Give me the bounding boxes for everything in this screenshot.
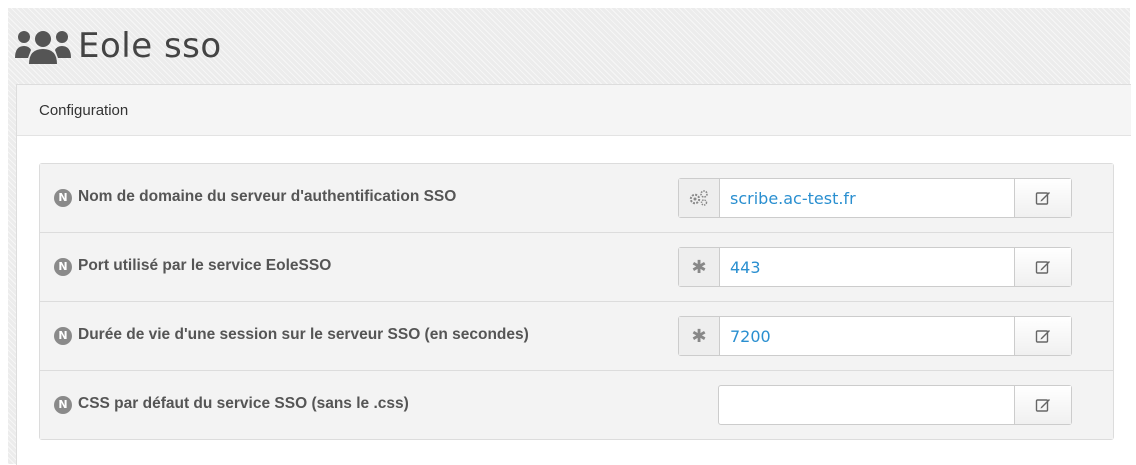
default-css-field: [718, 385, 1072, 425]
status-badge: N: [54, 189, 72, 207]
configuration-panel: Configuration N Nom de domaine du serveu…: [16, 84, 1131, 465]
users-icon: [15, 31, 71, 64]
asterisk-icon: ✱: [679, 317, 720, 355]
session-duration-input[interactable]: 7200: [720, 317, 1014, 355]
edit-icon: [1035, 192, 1050, 205]
status-badge: N: [54, 258, 72, 276]
gears-icon: [679, 179, 720, 217]
config-list: N Nom de domaine du serveur d'authentifi…: [39, 163, 1114, 440]
config-row-port: N Port utilisé par le service EoleSSO ✱ …: [40, 233, 1113, 302]
edit-icon: [1035, 399, 1050, 412]
asterisk-icon: ✱: [679, 248, 720, 286]
edit-button[interactable]: [1014, 248, 1071, 286]
edit-icon: [1035, 330, 1050, 343]
field-label: CSS par défaut du service SSO (sans le .…: [78, 395, 409, 412]
field-label: Nom de domaine du serveur d'authentifica…: [78, 188, 457, 205]
port-input[interactable]: 443: [720, 248, 1014, 286]
edit-button[interactable]: [1014, 317, 1071, 355]
page-title: Eole sso: [78, 26, 222, 66]
edit-icon: [1035, 261, 1050, 274]
edit-button[interactable]: [1014, 179, 1071, 217]
panel-heading: Configuration: [17, 85, 1131, 136]
domain-field: scribe.ac-test.fr: [678, 178, 1072, 218]
status-badge: N: [54, 396, 72, 414]
config-row-session-duration: N Durée de vie d'une session sur le serv…: [40, 302, 1113, 371]
field-label: Durée de vie d'une session sur le serveu…: [78, 326, 529, 343]
session-duration-field: ✱ 7200: [678, 316, 1072, 356]
config-row-domain: N Nom de domaine du serveur d'authentifi…: [40, 164, 1113, 233]
status-badge: N: [54, 327, 72, 345]
default-css-input[interactable]: [719, 386, 1014, 424]
page: Eole sso Configuration N Nom de domaine …: [8, 8, 1131, 465]
edit-button[interactable]: [1014, 386, 1071, 424]
domain-input[interactable]: scribe.ac-test.fr: [720, 179, 1014, 217]
config-row-default-css: N CSS par défaut du service SSO (sans le…: [40, 371, 1113, 439]
title-bar: Eole sso: [8, 8, 1130, 84]
field-label: Port utilisé par le service EoleSSO: [78, 257, 332, 274]
panel-heading-label: Configuration: [39, 101, 129, 119]
port-field: ✱ 443: [678, 247, 1072, 287]
